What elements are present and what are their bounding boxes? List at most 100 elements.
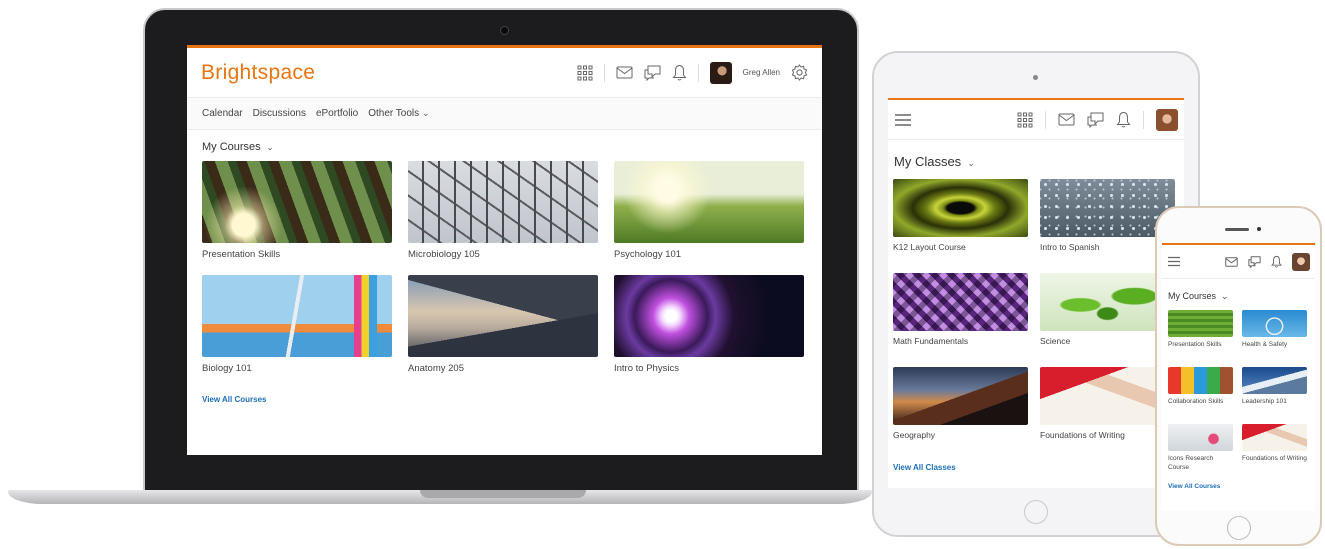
course-image-eye-closeup[interactable] bbox=[893, 179, 1028, 237]
course-card[interactable]: Presentation Skills bbox=[202, 161, 392, 265]
nav-link-discussions[interactable]: Discussions bbox=[253, 108, 306, 119]
course-title[interactable]: Health & Safety bbox=[1242, 341, 1307, 367]
course-title[interactable]: Intro to Physics bbox=[614, 363, 804, 379]
header-divider bbox=[1045, 110, 1046, 129]
bell-icon[interactable] bbox=[1271, 255, 1282, 268]
mail-icon[interactable] bbox=[1058, 113, 1075, 126]
course-card[interactable]: Health & Safety bbox=[1242, 310, 1307, 367]
course-nav-bar: Calendar Discussions ePortfolio Other To… bbox=[187, 98, 822, 130]
nav-link-label: Other Tools bbox=[368, 108, 420, 119]
course-card[interactable]: Icons Research Course bbox=[1168, 424, 1233, 481]
course-image-sketch-hearts[interactable] bbox=[1168, 424, 1233, 451]
course-title[interactable]: Presentation Skills bbox=[202, 249, 392, 265]
course-card[interactable]: Leadership 101 bbox=[1242, 367, 1307, 424]
course-image-forest-canopy[interactable] bbox=[202, 161, 392, 243]
course-image-ferris-wheel[interactable] bbox=[1242, 310, 1307, 337]
course-card[interactable]: Geography bbox=[893, 367, 1028, 461]
course-image-sunny-meadow[interactable] bbox=[614, 161, 804, 243]
device-mockup-stage: Brightspace Greg Allen Calendar Discussi… bbox=[0, 0, 1325, 549]
course-image-lab-pipette[interactable] bbox=[202, 275, 392, 357]
view-all-classes-link[interactable]: View All Classes bbox=[888, 461, 1184, 474]
tablet-header-actions bbox=[1017, 108, 1178, 131]
chevron-down-icon: ⌄ bbox=[964, 158, 975, 168]
chevron-down-icon: ⌄ bbox=[421, 108, 430, 118]
laptop-camera bbox=[500, 26, 509, 35]
course-card[interactable]: K12 Layout Course bbox=[893, 179, 1028, 273]
course-image-snowy-peaks[interactable] bbox=[1242, 367, 1307, 394]
course-card[interactable]: Foundations of Writing bbox=[1242, 424, 1307, 481]
hamburger-menu-icon[interactable] bbox=[894, 113, 912, 127]
user-avatar[interactable] bbox=[1156, 108, 1178, 131]
section-title: My Courses bbox=[202, 141, 261, 153]
phone-screen: My Courses ⌄ Presentation Skills Health … bbox=[1162, 243, 1315, 511]
bell-icon[interactable] bbox=[1116, 111, 1131, 128]
course-image-craft-supplies[interactable] bbox=[1168, 367, 1233, 394]
mail-icon[interactable] bbox=[616, 66, 633, 79]
view-all-row: View All Courses bbox=[187, 379, 822, 407]
course-title[interactable]: Foundations of Writing bbox=[1242, 455, 1307, 481]
brightspace-header: Brightspace Greg Allen bbox=[187, 48, 822, 98]
app-grid-icon[interactable] bbox=[577, 65, 593, 81]
chat-icon[interactable] bbox=[1087, 112, 1104, 128]
header-actions: Greg Allen bbox=[577, 61, 808, 84]
course-card[interactable]: Math Fundamentals bbox=[893, 273, 1028, 367]
my-classes-dropdown[interactable]: My Classes ⌄ bbox=[888, 140, 1184, 179]
section-title: My Classes bbox=[894, 154, 962, 169]
course-title[interactable]: Presentation Skills bbox=[1168, 341, 1233, 367]
phone-home-button bbox=[1227, 516, 1251, 540]
brightspace-logo[interactable]: Brightspace bbox=[201, 61, 315, 85]
course-card[interactable]: Microbiology 105 bbox=[408, 161, 598, 265]
course-title[interactable]: Microbiology 105 bbox=[408, 249, 598, 265]
course-image-mountain-sky[interactable] bbox=[408, 275, 598, 357]
tablet-camera bbox=[1033, 75, 1038, 80]
class-grid: K12 Layout Course Intro to Spanish Math … bbox=[888, 179, 1184, 461]
gear-icon[interactable] bbox=[791, 64, 808, 81]
course-title[interactable]: Collaboration Skills bbox=[1168, 398, 1233, 424]
bell-icon[interactable] bbox=[672, 64, 687, 81]
course-image-mountain-dusk[interactable] bbox=[893, 367, 1028, 425]
phone-header-actions bbox=[1225, 252, 1310, 271]
nav-link-calendar[interactable]: Calendar bbox=[202, 108, 243, 119]
phone-header bbox=[1162, 245, 1315, 279]
course-card[interactable]: Anatomy 205 bbox=[408, 275, 598, 379]
course-title[interactable]: Math Fundamentals bbox=[893, 336, 1028, 367]
my-courses-dropdown[interactable]: My Courses ⌄ bbox=[1162, 279, 1315, 310]
header-divider bbox=[603, 63, 605, 82]
course-card[interactable]: Biology 101 bbox=[202, 275, 392, 379]
chat-icon[interactable] bbox=[644, 65, 661, 81]
course-grid: Presentation Skills Microbiology 105 Psy… bbox=[187, 161, 822, 379]
course-card[interactable]: Psychology 101 bbox=[614, 161, 804, 265]
course-card[interactable]: Collaboration Skills bbox=[1168, 367, 1233, 424]
course-title[interactable]: K12 Layout Course bbox=[893, 242, 1028, 273]
tablet-screen: My Classes ⌄ K12 Layout Course Intro to … bbox=[888, 98, 1184, 488]
course-title[interactable]: Psychology 101 bbox=[614, 249, 804, 265]
user-avatar[interactable] bbox=[1292, 252, 1310, 271]
nav-link-other-tools[interactable]: Other Tools ⌄ bbox=[368, 108, 429, 119]
hamburger-menu-icon[interactable] bbox=[1167, 256, 1181, 267]
course-image-roller-coaster[interactable] bbox=[408, 161, 598, 243]
user-avatar[interactable] bbox=[709, 61, 732, 84]
chat-icon[interactable] bbox=[1248, 255, 1261, 268]
course-image-green-field[interactable] bbox=[1168, 310, 1233, 337]
nav-link-eportfolio[interactable]: ePortfolio bbox=[316, 108, 358, 119]
chevron-down-icon: ⌄ bbox=[263, 142, 274, 152]
mail-icon[interactable] bbox=[1225, 256, 1238, 267]
course-image-writing-hand[interactable] bbox=[1242, 424, 1307, 451]
view-all-courses-link[interactable]: View All Courses bbox=[202, 395, 266, 404]
course-title[interactable]: Biology 101 bbox=[202, 363, 392, 379]
course-card[interactable]: Presentation Skills bbox=[1168, 310, 1233, 367]
course-title[interactable]: Icons Research Course bbox=[1168, 455, 1233, 481]
course-image-light-tunnel[interactable] bbox=[614, 275, 804, 357]
app-grid-icon[interactable] bbox=[1017, 112, 1033, 128]
user-name[interactable]: Greg Allen bbox=[743, 68, 780, 77]
my-courses-dropdown[interactable]: My Courses ⌄ bbox=[187, 130, 822, 161]
course-image-purple-lattice[interactable] bbox=[893, 273, 1028, 331]
section-title: My Courses bbox=[1168, 291, 1217, 301]
course-title[interactable]: Leadership 101 bbox=[1242, 398, 1307, 424]
chevron-down-icon: ⌄ bbox=[1218, 291, 1229, 301]
course-title[interactable]: Geography bbox=[893, 430, 1028, 461]
course-card[interactable]: Intro to Physics bbox=[614, 275, 804, 379]
course-title[interactable]: Anatomy 205 bbox=[408, 363, 598, 379]
view-all-courses-link[interactable]: View All Courses bbox=[1162, 481, 1315, 492]
phone-camera bbox=[1257, 227, 1261, 231]
